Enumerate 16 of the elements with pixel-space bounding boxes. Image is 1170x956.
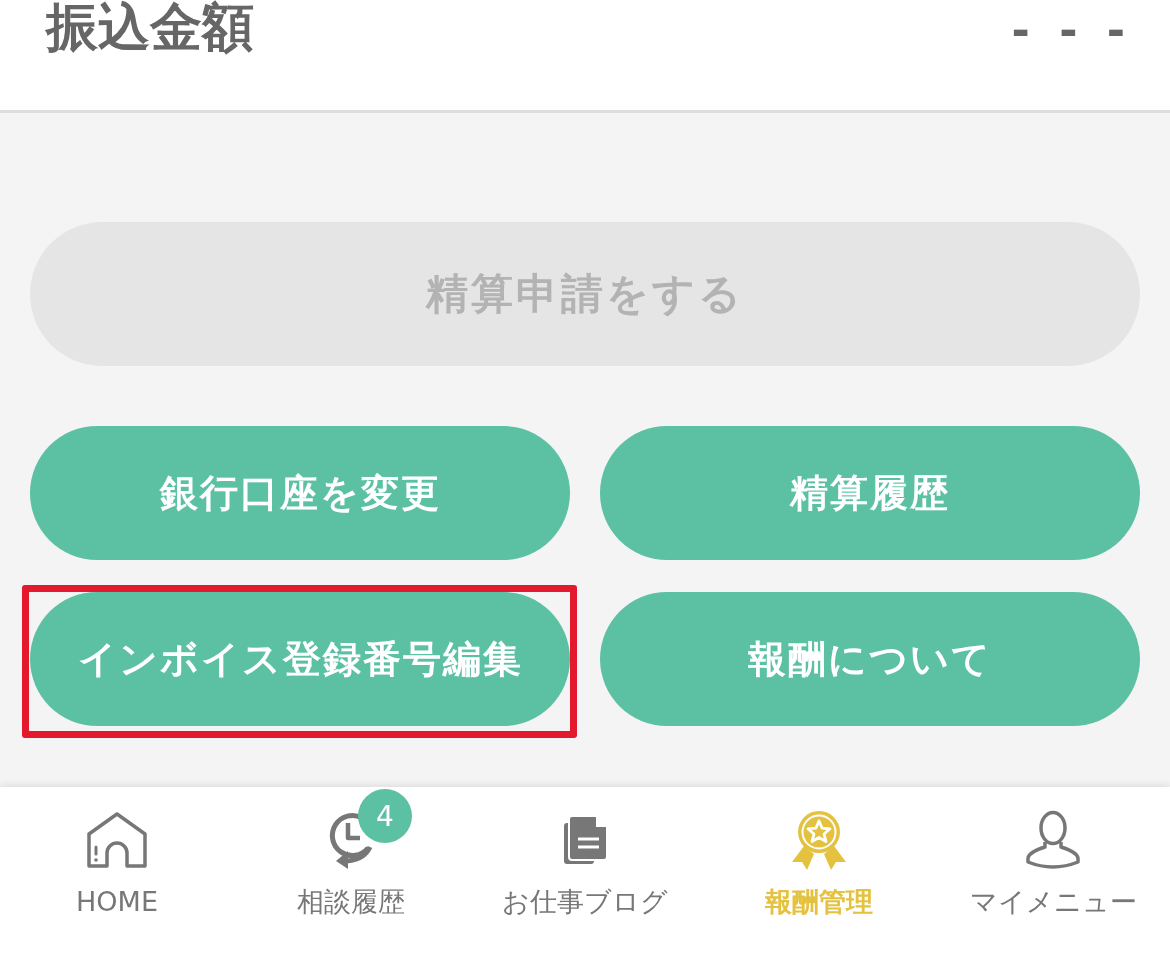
person-icon (1025, 810, 1081, 870)
home-icon (86, 811, 148, 869)
tab-bar-item[interactable]: 報酬管理 (702, 787, 936, 956)
amount-value: - - - (1011, 4, 1132, 58)
tab-bar-item[interactable]: 4 相談履歴 (234, 787, 468, 956)
page-title: 振込金額 (46, 0, 254, 54)
documents-icon (562, 814, 608, 866)
action-button[interactable]: 精算履歴 (600, 426, 1140, 560)
tab-bar-item[interactable]: マイメニュー (936, 787, 1170, 956)
action-button[interactable]: 銀行口座を変更 (30, 426, 570, 560)
count-badge: 4 (358, 789, 412, 843)
medal-icon (790, 810, 848, 870)
tab-bar-item[interactable]: お仕事ブログ (468, 787, 702, 956)
tab-bar-item[interactable]: HOME (0, 787, 234, 956)
action-button[interactable]: 報酬について (600, 592, 1140, 726)
action-button[interactable]: インボイス登録番号編集 (30, 592, 570, 726)
